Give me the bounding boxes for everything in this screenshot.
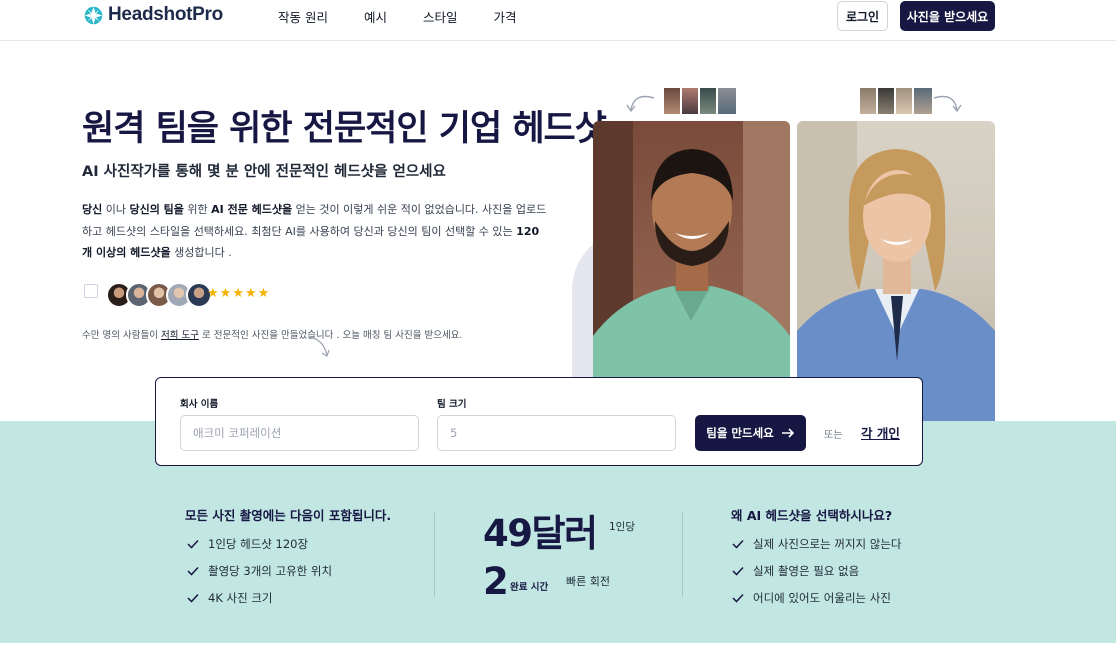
logo[interactable]: HeadshotPro [83, 4, 223, 26]
price-value: 49달러 [483, 512, 598, 555]
rating-stars: ★ ★ ★ ★ ★ [207, 286, 269, 302]
login-button[interactable]: 로그인 [837, 1, 888, 31]
or-text: 또는 [824, 430, 843, 441]
curved-arrow-icon [308, 336, 330, 357]
social-proof-text: 수만 명의 사람들이 저희 도구 로 전문적인 사진을 만들었습니다 . 오늘 … [82, 327, 462, 341]
check-icon [732, 566, 744, 576]
our-tool-link[interactable]: 저희 도구 [161, 330, 199, 341]
individual-link[interactable]: 각 개인 [861, 423, 900, 442]
check-icon [187, 566, 199, 576]
team-form-card: 회사 이름 애크미 코퍼레이션 팀 크기 5 팀을 만드세요 또는 각 개인 [155, 377, 923, 466]
woman-headshot-illustration [797, 121, 995, 421]
broken-image-icon [84, 284, 98, 298]
included-item-label: 촬영당 3개의 고유한 위치 [208, 563, 333, 578]
curl-arrow-left-icon [626, 95, 655, 113]
turnaround-unit: 완료 시간 [510, 582, 549, 593]
headshot-man-image [593, 121, 790, 421]
man-headshot-illustration [593, 121, 790, 421]
social-proof-before: 수만 명의 사람들이 [82, 330, 161, 341]
why-item-label: 실제 사진으로는 꺼지지 않는다 [753, 536, 902, 551]
source-photos-left [662, 86, 738, 116]
team-size-label: 팀 크기 [437, 399, 467, 410]
included-list: 1인당 헤드샷 120장 촬영당 3개의 고유한 위치 4K 사진 크기 [187, 530, 332, 611]
curl-arrow-right-icon [933, 95, 962, 113]
team-size-input[interactable]: 5 [437, 415, 676, 451]
turnaround-description: 빠른 회전 [566, 575, 610, 588]
list-item: 어디에 있어도 어울리는 사진 [732, 584, 902, 611]
desc-text: 생성합니다 . [170, 246, 232, 259]
column-divider [434, 512, 435, 597]
logo-icon [84, 6, 103, 24]
hero-title: 원격 팀을 위한 전문적인 기업 헤드샷 [82, 109, 607, 149]
desc-bold-team: 당신의 팀을 [129, 203, 184, 216]
create-team-label: 팀을 만드세요 [706, 426, 774, 440]
check-icon [187, 539, 199, 549]
column-divider [682, 512, 683, 597]
nav-item-examples[interactable]: 예시 [364, 7, 387, 26]
list-item: 1인당 헤드샷 120장 [187, 530, 332, 557]
main-nav: 작동 원리 예시 스타일 가격 [278, 7, 553, 26]
why-item-label: 어디에 있어도 어울리는 사진 [753, 590, 891, 605]
list-item: 실제 사진으로는 꺼지지 않는다 [732, 530, 902, 557]
get-photos-button[interactable]: 사진을 받으세요 [900, 1, 995, 31]
list-item: 실제 촬영은 필요 없음 [732, 557, 902, 584]
included-item-label: 4K 사진 크기 [208, 590, 273, 605]
list-item: 촬영당 3개의 고유한 위치 [187, 557, 332, 584]
list-item: 4K 사진 크기 [187, 584, 332, 611]
star-icon: ★ [207, 286, 219, 301]
desc-bold-you: 당신 [82, 203, 103, 216]
star-icon: ★ [257, 286, 270, 301]
check-icon [732, 593, 744, 603]
included-item-label: 1인당 헤드샷 120장 [208, 536, 309, 551]
create-team-button[interactable]: 팀을 만드세요 [695, 415, 806, 451]
star-icon: ★ [244, 286, 257, 301]
check-icon [732, 539, 744, 549]
brand-name: HeadshotPro [108, 4, 223, 25]
source-photos-right [858, 86, 934, 116]
why-item-label: 실제 촬영은 필요 없음 [753, 563, 860, 578]
arrow-right-icon [781, 428, 794, 438]
included-title: 모든 사진 촬영에는 다음이 포함됩니다. [185, 508, 392, 523]
desc-text: 이나 [102, 203, 130, 216]
company-name-input[interactable]: 애크미 코퍼레이션 [180, 415, 419, 451]
star-icon: ★ [232, 286, 244, 301]
nav-item-how-it-works[interactable]: 작동 원리 [278, 7, 328, 26]
why-title: 왜 AI 헤드샷을 선택하시나요? [731, 508, 893, 523]
nav-item-pricing[interactable]: 가격 [494, 7, 517, 26]
check-icon [187, 593, 199, 603]
why-list: 실제 사진으로는 꺼지지 않는다 실제 촬영은 필요 없음 어디에 있어도 어울… [732, 530, 902, 611]
price-per-person: 1인당 [609, 521, 636, 533]
desc-text: 위한 [183, 203, 212, 216]
hero-description: 당신 이나 당신의 팀을 위한 AI 전문 헤드샷을 얻는 것이 이렇게 쉬운 … [82, 199, 548, 264]
star-icon: ★ [219, 286, 232, 301]
desc-bold-ai: AI 전문 헤드샷을 [211, 203, 293, 216]
nav-item-styles[interactable]: 스타일 [423, 7, 458, 26]
turnaround-value: 2 [483, 560, 509, 603]
headshot-woman-image [797, 121, 995, 421]
site-header: HeadshotPro 작동 원리 예시 스타일 가격 로그인 사진을 받으세요 [0, 0, 1116, 41]
hero-subtitle: AI 사진작가를 통해 몇 분 안에 전문적인 헤드샷을 얻으세요 [82, 164, 446, 180]
thumbnail [716, 86, 738, 116]
company-name-label: 회사 이름 [180, 399, 219, 410]
customer-avatars [84, 282, 212, 308]
